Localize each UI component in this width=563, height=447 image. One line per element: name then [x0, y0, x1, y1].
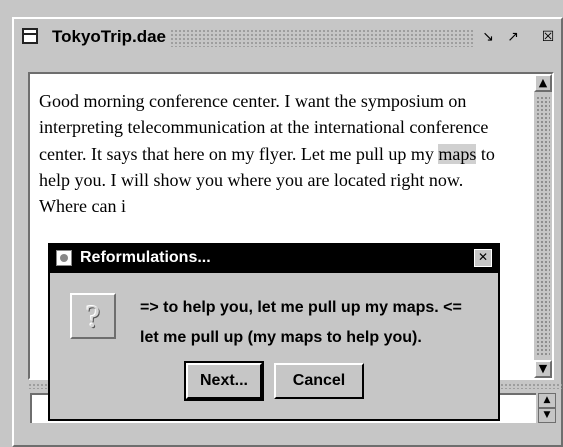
bottom-spinner[interactable]: ▲ ▼	[538, 393, 556, 423]
spinner-down-button[interactable]: ▼	[538, 408, 556, 423]
scroll-up-button[interactable]: ▲	[534, 74, 552, 92]
frame-title-bar[interactable]: TokyoTrip.dae ↘ ↗ ☒	[18, 23, 557, 53]
reformulation-line-2: let me pull up (my maps to help you).	[140, 329, 422, 346]
scroll-track[interactable]	[536, 96, 550, 356]
minimize-icon[interactable]: ↘	[479, 28, 497, 46]
next-button[interactable]: Next...	[184, 361, 264, 401]
reformulations-dialog: Reformulations... ✕ ? => to help you, le…	[48, 243, 500, 421]
close-icon[interactable]: ☒	[539, 28, 557, 46]
document-text-before: Good morning conference center. I want t…	[39, 91, 489, 164]
question-icon: ?	[70, 293, 116, 339]
document-text: Good morning conference center. I want t…	[39, 88, 514, 219]
cancel-button[interactable]: Cancel	[274, 363, 364, 399]
dialog-app-icon	[56, 250, 72, 266]
spinner-up-button[interactable]: ▲	[538, 393, 556, 408]
dialog-title-bar[interactable]: Reformulations... ✕	[50, 245, 498, 273]
vertical-scrollbar[interactable]: ▲ ▼	[534, 74, 552, 378]
window-title: TokyoTrip.dae	[52, 27, 166, 46]
dialog-close-icon[interactable]: ✕	[474, 249, 492, 267]
scroll-down-button[interactable]: ▼	[534, 360, 552, 378]
maximize-icon[interactable]: ↗	[504, 28, 522, 46]
reformulation-line-1: => to help you, let me pull up my maps. …	[140, 299, 462, 316]
title-bar-grip[interactable]	[170, 29, 474, 47]
document-icon	[22, 28, 38, 44]
dialog-title: Reformulations...	[80, 249, 211, 266]
highlighted-word: maps	[438, 143, 477, 164]
